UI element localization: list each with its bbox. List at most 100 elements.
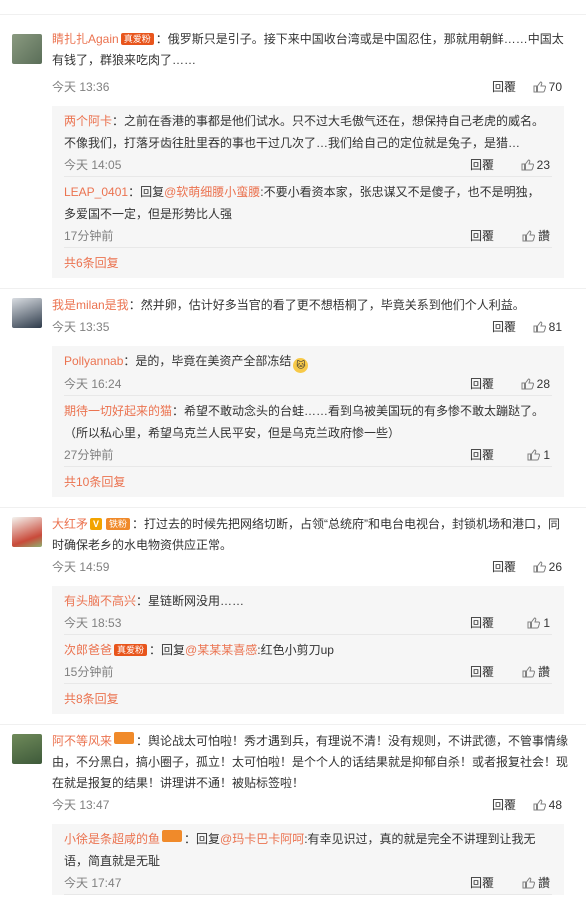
username[interactable]: 大红矛 (52, 517, 88, 531)
reply-username[interactable]: 次郎爸爸 (64, 643, 112, 657)
like-count: 23 (536, 158, 550, 172)
avatar[interactable] (12, 298, 42, 328)
reply-text: LEAP_0401：回复@软萌细腰小蛮腰:不要小看资本家，张忠谋又不是傻子，也不… (64, 181, 552, 225)
comment-meta: 今天 13:47 回覆 48 (52, 794, 578, 816)
avatar[interactable] (12, 517, 42, 547)
like-button[interactable]: 70 (533, 76, 562, 98)
reply-button[interactable]: 回覆 (470, 225, 494, 247)
timestamp: 27分钟前 (64, 448, 114, 462)
like-button[interactable]: 48 (533, 794, 562, 816)
reply-item: 期待一切好起来的猫：希望不敢动念头的台蛙……看到乌被美国玩的有多惨不敢太蹦跶了。… (64, 396, 552, 467)
comment-text: 我是milan是我：然并卵，估计好多当官的看了更不想梧桐了，毕竟关系到他们个人利… (52, 295, 578, 316)
like-count: 讚 (537, 665, 550, 679)
reply-body: ：星链断网没用…… (136, 594, 245, 608)
reply-meta: 27分钟前 回覆 1 (64, 444, 552, 466)
like-count: 1 (543, 448, 550, 462)
like-count: 70 (548, 80, 562, 94)
like-count: 48 (548, 798, 562, 812)
like-count: 讚 (537, 876, 550, 890)
like-button[interactable]: 讚 (522, 225, 550, 247)
reply-button[interactable]: 回覆 (470, 872, 494, 894)
reply-prefix: ：回复 (149, 643, 186, 657)
reply-username[interactable]: LEAP_0401 (64, 185, 128, 199)
reply-prefix: ：回复 (184, 832, 221, 846)
mention-link[interactable]: @软萌细腰小蛮腰 (164, 185, 260, 199)
reply-button[interactable]: 回覆 (492, 794, 516, 816)
more-replies-link[interactable]: 共10条回复 (64, 467, 552, 497)
fan-badge (162, 830, 183, 842)
reply-meta: 17分钟前 回覆 讚 (64, 225, 552, 247)
comment: 阿不等风来 ：舆论战太可怕啦！秀才遇到兵，有理说不清！没有规则，不讲武德，不管事情… (0, 725, 586, 895)
reply-prefix: ：回复 (128, 185, 165, 199)
username[interactable]: 睛扎扎Again (52, 32, 119, 46)
like-button[interactable]: 81 (533, 316, 562, 338)
like-count: 26 (548, 560, 562, 574)
reply-meta: 今天 14:05 回覆 23 (64, 154, 552, 176)
reply-list: 小徐是条超咸的鱼 ：回复@玛卡巴卡阿呵:有幸见识过，真的就是完全不讲理到让我无语，… (52, 824, 564, 895)
reply-list: 有头脑不高兴：星链断网没用…… 今天 18:53 回覆 1 次郎爸爸 真爱粉 ：回复@某… (52, 586, 564, 714)
like-button[interactable]: 26 (533, 556, 562, 578)
more-replies-link[interactable]: 共8条回复 (64, 684, 552, 714)
reply-item: 有头脑不高兴：星链断网没用…… 今天 18:53 回覆 1 (64, 586, 552, 635)
comment: 我是milan是我：然并卵，估计好多当官的看了更不想梧桐了，毕竟关系到他们个人利… (0, 289, 586, 507)
reply-username[interactable]: 小徐是条超咸的鱼 (64, 832, 160, 846)
comment-text: 阿不等风来 ：舆论战太可怕啦！秀才遇到兵，有理说不清！没有规则，不讲武德，不管事情… (52, 731, 578, 794)
reply-username[interactable]: 有头脑不高兴 (64, 594, 136, 608)
like-button[interactable]: 讚 (522, 872, 550, 894)
thumbs-up-icon (521, 159, 534, 171)
comment-text: 大红矛 V 铁粉 ：打过去的时候先把网络切断，占领“总统府”和电台电视台，封锁机场和港… (52, 514, 578, 556)
reply-button[interactable]: 回覆 (470, 444, 494, 466)
like-button[interactable]: 23 (521, 154, 550, 176)
reply-text: 次郎爸爸 真爱粉 ：回复@某某某喜感:红色小剪刀up (64, 639, 552, 661)
reply-list: 两个阿卡：之前在香港的事都是他们试水。只不过大毛傲气还在，想保持自己老虎的威名。… (52, 106, 564, 278)
like-button[interactable]: 1 (527, 612, 550, 634)
reply-button[interactable]: 回覆 (492, 316, 516, 338)
reply-button[interactable]: 回覆 (470, 373, 494, 395)
more-replies-link[interactable]: 共6条回复 (64, 248, 552, 278)
reply-item: LEAP_0401：回复@软萌细腰小蛮腰:不要小看资本家，张忠谋又不是傻子，也不… (64, 177, 552, 248)
reply-button[interactable]: 回覆 (470, 661, 494, 683)
reply-button[interactable]: 回覆 (492, 76, 516, 98)
fan-badge: 真爱粉 (114, 644, 148, 656)
reply-text: 期待一切好起来的猫：希望不敢动念头的台蛙……看到乌被美国玩的有多惨不敢太蹦跶了。… (64, 400, 552, 444)
cat-emoji-icon: 🐱 (293, 358, 309, 373)
comment: 大红矛 V 铁粉 ：打过去的时候先把网络切断，占领“总统府”和电台电视台，封锁机场和港… (0, 508, 586, 724)
reply-button[interactable]: 回覆 (470, 612, 494, 634)
reply-text: 有头脑不高兴：星链断网没用…… (64, 590, 552, 612)
thumbs-up-icon (527, 617, 541, 629)
reply-username[interactable]: 期待一切好起来的猫 (64, 404, 172, 418)
reply-meta: 今天 17:47 回覆 讚 (64, 872, 552, 894)
mention-link[interactable]: @玛卡巴卡阿呵 (220, 832, 304, 846)
comment-meta: 今天 14:59 回覆 26 (52, 556, 578, 578)
thumbs-up-icon (533, 799, 546, 811)
reply-button[interactable]: 回覆 (470, 154, 494, 176)
thumbs-up-icon (522, 877, 535, 889)
thumbs-up-icon (527, 449, 541, 461)
comment-text: 睛扎扎Again 真爱粉 ：俄罗斯只是引子。接下来中国收台湾或是中国忍住，那就用朝鲜… (52, 29, 578, 71)
mention-link[interactable]: @某某某喜感 (185, 643, 257, 657)
reply-username[interactable]: Pollyannab (64, 354, 123, 368)
thumbs-up-icon (521, 378, 534, 390)
timestamp: 今天 17:47 (64, 876, 122, 890)
thumbs-up-icon (533, 561, 546, 573)
avatar[interactable] (12, 34, 42, 64)
like-count: 81 (548, 320, 562, 334)
reply-text: Pollyannab：是的，毕竟在美资产全部冻结 🐱 (64, 350, 552, 373)
like-button[interactable]: 28 (521, 373, 550, 395)
username[interactable]: 我是milan是我 (52, 298, 129, 312)
reply-button[interactable]: 回覆 (492, 556, 516, 578)
avatar[interactable] (12, 734, 42, 764)
reply-username[interactable]: 两个阿卡 (64, 114, 112, 128)
timestamp: 今天 13:47 (52, 798, 110, 812)
reply-item: Pollyannab：是的，毕竟在美资产全部冻结 🐱 今天 16:24 回覆 28 (64, 346, 552, 396)
like-button[interactable]: 1 (527, 444, 550, 466)
like-button[interactable]: 讚 (522, 661, 550, 683)
like-count: 讚 (537, 229, 550, 243)
like-count: 28 (536, 377, 550, 391)
reply-meta: 今天 16:24 回覆 28 (64, 373, 552, 395)
reply-item: 两个阿卡：之前在香港的事都是他们试水。只不过大毛傲气还在，想保持自己老虎的威名。… (64, 106, 552, 177)
reply-body: ：之前在香港的事都是他们试水。只不过大毛傲气还在，想保持自己老虎的威名。不像我们… (64, 114, 545, 150)
username[interactable]: 阿不等风来 (52, 734, 112, 748)
timestamp: 今天 18:53 (64, 616, 122, 630)
verified-icon: V (90, 518, 103, 530)
